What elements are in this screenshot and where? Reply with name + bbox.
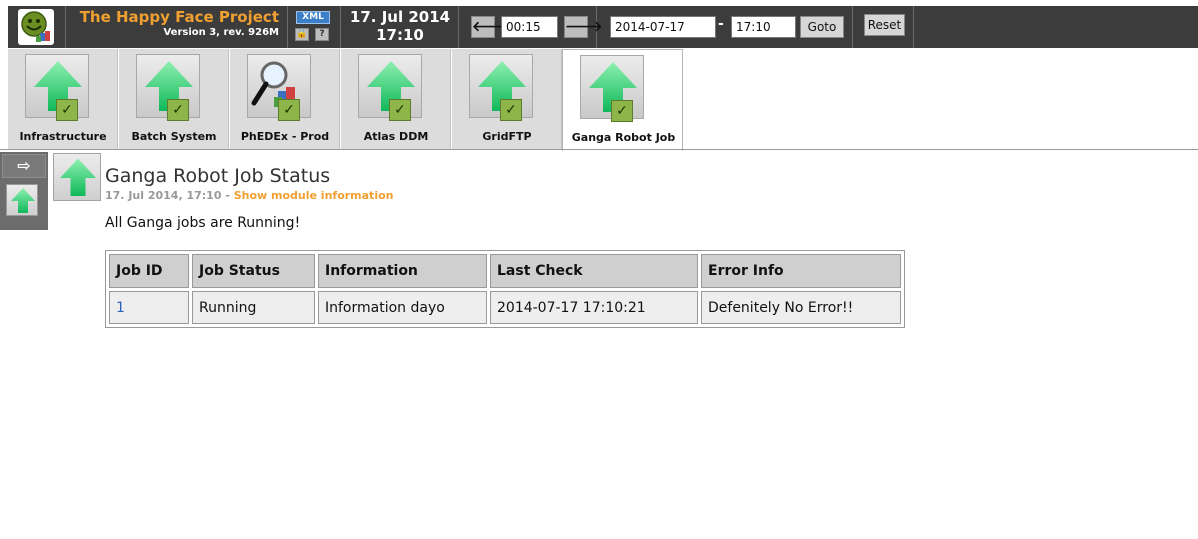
col-job-id: Job ID (109, 254, 189, 288)
logo-cell (8, 6, 66, 48)
goto-control: 2014-07-17 - 17:10 Goto (597, 6, 853, 48)
tab-label: PhEDEx - Prod (240, 130, 330, 143)
category-tabs: ✓ Infrastructure ✓ Batch System ✓ PhEDEx… (8, 49, 684, 151)
ok-check-icon: ✓ (56, 99, 78, 121)
date-input[interactable]: 2014-07-17 (610, 16, 716, 38)
xml-cell: XML 🔒 ? (288, 6, 341, 48)
show-module-info-link[interactable]: Show module information (234, 189, 394, 202)
sidebar-module-ganga-robot-job[interactable] (6, 184, 38, 216)
module-status-text: All Ganga jobs are Running! (105, 215, 301, 231)
time-input[interactable]: 17:10 (731, 16, 796, 38)
col-job-status: Job Status (192, 254, 315, 288)
error-info-cell: Defenitely No Error!! (701, 291, 901, 324)
step-input[interactable]: 00:15 (501, 16, 558, 38)
module-title: Ganga Robot Job Status (105, 165, 331, 187)
tab-atlas-ddm[interactable]: ✓ Atlas DDM (341, 49, 451, 150)
jobs-table: Job ID Job Status Information Last Check… (105, 250, 905, 328)
ok-check-icon: ✓ (167, 99, 189, 121)
reset-button[interactable]: Reset (864, 14, 905, 36)
table-row: 1 Running Information dayo 2014-07-17 17… (109, 291, 901, 324)
date-time-separator: - (718, 16, 724, 32)
lock-icon[interactable]: 🔒 (295, 28, 309, 41)
tab-infrastructure[interactable]: ✓ Infrastructure (8, 49, 118, 150)
tab-phedex-prod[interactable]: ✓ PhEDEx - Prod (230, 49, 340, 150)
information-cell: Information dayo (318, 291, 487, 324)
ok-check-icon: ✓ (278, 99, 300, 121)
tab-label: Ganga Robot Job (571, 131, 676, 144)
time-step-control: 🡐 00:15 🡒 (459, 6, 603, 48)
module-subtitle: 17. Jul 2014, 17:10 - Show module inform… (105, 189, 393, 202)
happy-face-logo-icon[interactable] (18, 9, 54, 45)
app-version: Version 3, rev. 926M (163, 27, 279, 38)
tab-label: Batch System (131, 130, 217, 143)
step-forward-button[interactable]: 🡒 (564, 16, 603, 38)
table-header-row: Job ID Job Status Information Last Check… (109, 254, 901, 288)
tab-label: Atlas DDM (363, 130, 429, 143)
col-error-info: Error Info (701, 254, 901, 288)
current-datetime: 17. Jul 2014 17:10 (341, 6, 459, 48)
tab-divider (0, 149, 1198, 150)
ok-check-icon: ✓ (611, 100, 633, 122)
last-check-cell: 2014-07-17 17:10:21 (490, 291, 698, 324)
current-date: 17. Jul 2014 (349, 8, 451, 26)
tab-label: Infrastructure (19, 130, 107, 143)
module-timestamp: 17. Jul 2014, 17:10 - (105, 189, 230, 202)
tab-label: GridFTP (482, 130, 532, 143)
help-button[interactable]: ? (315, 28, 329, 41)
module-sidebar: ⇨ (0, 152, 48, 230)
module-status-up-arrow-icon (53, 153, 101, 201)
tab-ganga-robot-job[interactable]: ✓ Ganga Robot Job (562, 49, 683, 151)
goto-button[interactable]: Goto (800, 16, 844, 38)
current-time: 17:10 (376, 26, 424, 44)
job-id-link[interactable]: 1 (109, 291, 189, 324)
app-title[interactable]: The Happy Face Project (80, 8, 279, 26)
tab-batch-system[interactable]: ✓ Batch System (119, 49, 229, 150)
expand-sidebar-arrow-icon[interactable]: ⇨ (2, 154, 46, 178)
title-cell: The Happy Face Project Version 3, rev. 9… (66, 6, 288, 48)
col-last-check: Last Check (490, 254, 698, 288)
step-back-button[interactable]: 🡐 (471, 16, 510, 38)
reset-cell: Reset (853, 6, 914, 48)
top-bar: The Happy Face Project Version 3, rev. 9… (8, 6, 1198, 48)
tab-gridftp[interactable]: ✓ GridFTP (452, 49, 562, 150)
ok-check-icon: ✓ (500, 99, 522, 121)
ok-check-icon: ✓ (389, 99, 411, 121)
col-information: Information (318, 254, 487, 288)
xml-button[interactable]: XML (296, 11, 330, 24)
job-status-cell: Running (192, 291, 315, 324)
